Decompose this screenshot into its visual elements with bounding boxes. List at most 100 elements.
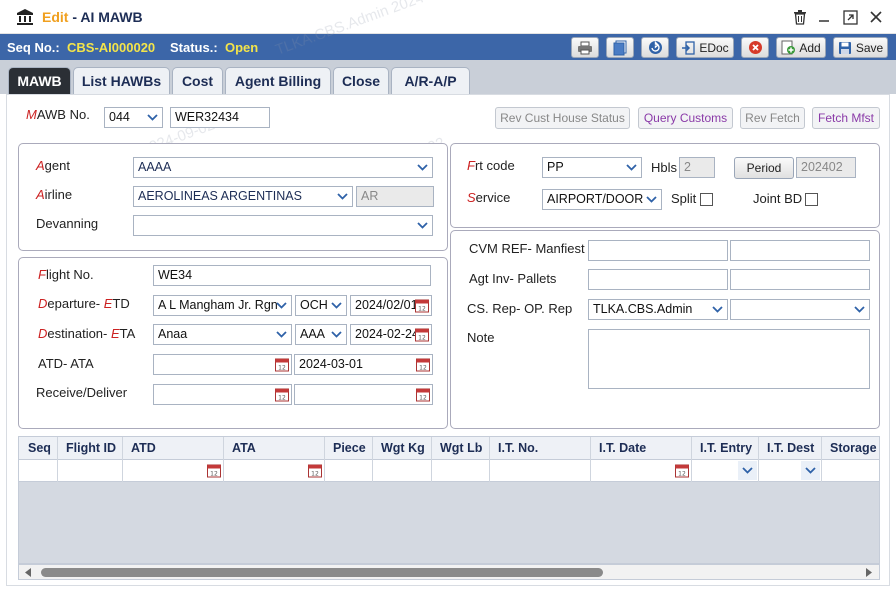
column-header[interactable]: I.T. Entry <box>700 441 752 455</box>
destination-port-select[interactable]: Anaa <box>153 324 292 345</box>
destination-code-select[interactable]: AAA <box>295 324 347 345</box>
calendar-icon[interactable]: 12 <box>275 357 289 372</box>
cs-rep-select[interactable]: TLKA.CBS.Admin <box>588 299 728 320</box>
column-header[interactable]: Wgt Kg <box>381 441 425 455</box>
column-header[interactable]: ATD <box>131 441 156 455</box>
bank-icon <box>17 9 33 25</box>
joint-bd-checkbox[interactable] <box>805 193 818 206</box>
chevron-down-icon <box>272 325 291 344</box>
column-header[interactable]: I.T. No. <box>498 441 538 455</box>
rev-cust-house-status-button[interactable]: Rev Cust House Status <box>495 107 630 129</box>
svg-text:12: 12 <box>678 471 686 478</box>
column-header[interactable]: Wgt Lb <box>440 441 482 455</box>
devanning-label: Devanning <box>36 216 99 231</box>
chevron-down-icon <box>327 325 346 344</box>
fetch-mfst-button[interactable]: Fetch Mfst <box>812 107 880 129</box>
deliver-date-field[interactable]: 12 <box>294 384 433 405</box>
airline-select[interactable]: AEROLINEAS ARGENTINAS <box>133 186 353 207</box>
calendar-icon[interactable]: 12 <box>308 463 322 478</box>
atd-date-field[interactable]: 12 <box>153 354 292 375</box>
minimize-icon[interactable] <box>813 7 835 27</box>
devanning-select[interactable] <box>133 215 433 236</box>
copy-button[interactable] <box>606 37 634 58</box>
scroll-right-icon[interactable] <box>866 568 873 577</box>
edoc-button[interactable]: EDoc <box>676 37 734 58</box>
departure-port-select[interactable]: A L Mangham Jr. Rgn <box>153 295 292 316</box>
column-header[interactable]: Seq <box>28 441 51 455</box>
period-button[interactable]: Period <box>734 157 794 179</box>
scroll-left-icon[interactable] <box>25 568 32 577</box>
note-textarea[interactable] <box>588 329 870 389</box>
tab-close[interactable]: Close <box>333 67 389 94</box>
calendar-icon[interactable]: 12 <box>207 463 221 478</box>
mawb-number-field[interactable]: WER32434 <box>170 107 270 128</box>
svg-text:12: 12 <box>210 471 218 478</box>
tab-cost[interactable]: Cost <box>172 67 223 94</box>
column-header[interactable]: I.T. Date <box>599 441 646 455</box>
note-label: Note <box>467 330 495 345</box>
departure-code-select[interactable]: OCH <box>295 295 347 316</box>
save-button[interactable]: Save <box>833 37 888 58</box>
tab-mawb[interactable]: MAWB <box>8 67 71 94</box>
add-doc-icon <box>781 40 796 55</box>
etd-date-field[interactable]: 2024/02/01 0 12 <box>350 295 432 316</box>
column-header[interactable]: Storage <box>830 441 877 455</box>
chevron-down-icon[interactable] <box>801 461 820 480</box>
calendar-icon[interactable]: 12 <box>416 387 430 402</box>
eta-date-field[interactable]: 2024-02-24 12 <box>350 324 432 345</box>
rev-fetch-button[interactable]: Rev Fetch <box>740 107 805 129</box>
calendar-icon[interactable]: 12 <box>675 463 689 478</box>
chevron-down-icon <box>642 190 661 209</box>
tab-list-hawbs[interactable]: List HAWBs <box>73 67 170 94</box>
cs-rep-value: TLKA.CBS.Admin <box>593 302 693 316</box>
calendar-icon[interactable]: 12 <box>416 357 430 372</box>
pallets-field[interactable] <box>730 269 870 290</box>
mawb-prefix-value: 044 <box>109 110 130 124</box>
print-button[interactable] <box>571 37 599 58</box>
chevron-down-icon <box>272 296 291 315</box>
tab-agent-billing[interactable]: Agent Billing <box>225 67 331 94</box>
manifest-field[interactable] <box>730 240 870 261</box>
chevron-down-icon[interactable] <box>738 461 757 480</box>
service-value: AIRPORT/DOOR <box>547 192 644 206</box>
chevron-down-icon <box>143 108 162 127</box>
column-header[interactable]: Piece <box>333 441 366 455</box>
agent-select[interactable]: AAAA <box>133 157 433 178</box>
frt-code-select[interactable]: PP <box>542 157 642 178</box>
receive-date-field[interactable]: 12 <box>153 384 292 405</box>
tab-ar-ap[interactable]: A/R-A/P <box>391 67 470 94</box>
airline-value: AEROLINEAS ARGENTINAS <box>138 189 302 203</box>
split-checkbox[interactable] <box>700 193 713 206</box>
airline-code-field: AR <box>356 186 434 207</box>
agt-inv-label: Agt Inv- Pallets <box>469 271 557 286</box>
chevron-down-icon <box>413 158 432 177</box>
column-header[interactable]: Flight ID <box>66 441 116 455</box>
status-label: Status.: <box>170 40 218 55</box>
flight-no-label: Flight No. <box>38 267 94 282</box>
grid-body <box>18 482 880 564</box>
refresh-button[interactable] <box>641 37 669 58</box>
flight-no-field[interactable]: WE34 <box>153 265 431 286</box>
calendar-icon[interactable]: 12 <box>415 327 429 342</box>
op-rep-select[interactable] <box>730 299 870 320</box>
hbls-field: 2 <box>679 157 715 178</box>
add-button[interactable]: Add <box>776 37 826 58</box>
delete-icon[interactable] <box>789 7 811 27</box>
agt-inv-field[interactable] <box>588 269 728 290</box>
column-header[interactable]: ATA <box>232 441 256 455</box>
horizontal-scrollbar[interactable] <box>18 564 880 580</box>
close-icon[interactable] <box>865 7 887 27</box>
scrollbar-thumb[interactable] <box>41 568 603 577</box>
cvm-ref-field[interactable] <box>588 240 728 261</box>
cancel-button[interactable] <box>741 37 769 58</box>
mawb-prefix-select[interactable]: 044 <box>104 107 163 128</box>
service-select[interactable]: AIRPORT/DOOR <box>542 189 662 210</box>
window-title: Edit - AI MAWB <box>42 9 143 25</box>
column-header[interactable]: I.T. Dest <box>767 441 814 455</box>
ata-date-field[interactable]: 2024-03-01 12 <box>294 354 433 375</box>
freight-panel <box>450 143 880 228</box>
maximize-icon[interactable] <box>839 7 861 27</box>
calendar-icon[interactable]: 12 <box>415 298 429 313</box>
calendar-icon[interactable]: 12 <box>275 387 289 402</box>
query-customs-button[interactable]: Query Customs <box>638 107 733 129</box>
